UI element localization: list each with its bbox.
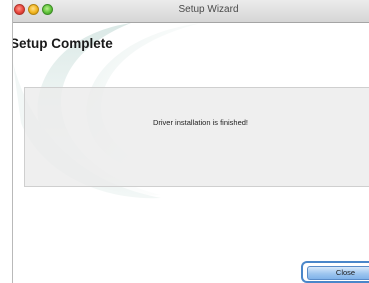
window-title: Setup Wizard — [178, 4, 239, 15]
page-title: Setup Complete — [13, 36, 113, 51]
close-button-focus-ring: Close — [301, 261, 369, 283]
close-button[interactable]: Close — [307, 266, 369, 280]
status-message: Driver installation is finished! — [152, 118, 249, 127]
title-bar[interactable]: Setup Wizard — [13, 0, 369, 23]
status-panel: Driver installation is finished! — [24, 87, 369, 187]
setup-wizard-window: Setup Wizard Setup Complete Driver insta… — [12, 0, 369, 283]
wizard-content: Setup Complete Driver installation is fi… — [13, 23, 369, 283]
